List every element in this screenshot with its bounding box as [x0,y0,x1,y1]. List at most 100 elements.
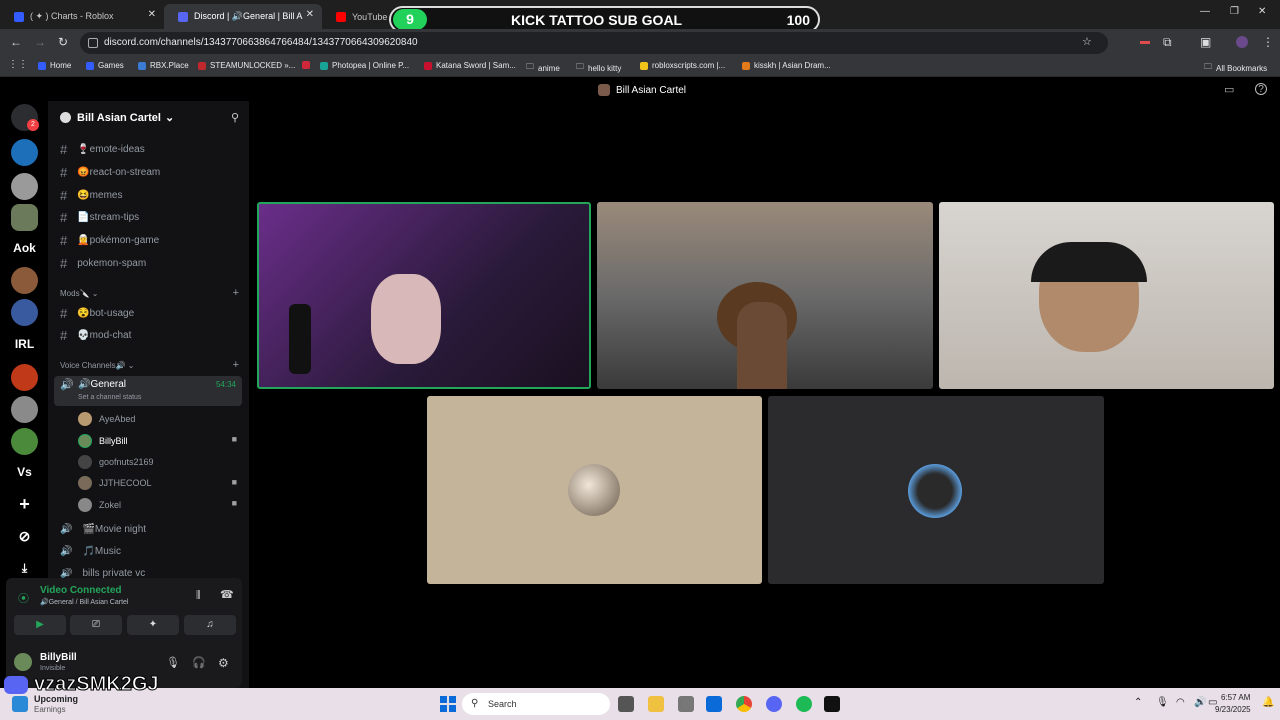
voice-member[interactable]: JJTHECOOL [78,476,152,490]
chevron-up-icon[interactable]: ⌃ [1134,697,1142,708]
server-icon-5[interactable] [11,267,38,294]
weather-widget-icon[interactable] [12,696,28,712]
add-server-icon[interactable]: + [11,491,38,518]
bookmark-katana[interactable]: Katana Sword | Sam... [424,61,516,70]
bookmark-home[interactable]: Home [38,61,71,70]
app-icon[interactable] [678,696,694,712]
add-channel-icon[interactable]: + [233,287,239,299]
server-icon-2[interactable] [11,173,38,200]
bookmark-folder-anime[interactable]: 🗀 anime [526,61,560,75]
menu-icon[interactable]: ⋮ [1262,35,1274,49]
minimize-icon[interactable]: — [1200,6,1210,17]
user-avatar[interactable] [14,653,32,671]
task-view-icon[interactable] [618,696,634,712]
close-icon[interactable]: ✕ [148,9,156,20]
voice-member[interactable]: Zokel [78,498,121,512]
chrome-icon[interactable] [736,696,752,712]
start-icon[interactable] [440,696,456,712]
taskbar-search[interactable]: ⚲ Search [462,693,610,715]
channel-mod-chat[interactable]: # 💀mod-chat [60,328,131,343]
tab-roblox[interactable]: ( ✦ ) Charts - Roblox ✕ [0,4,164,29]
profile-avatar[interactable] [1236,36,1248,48]
activity-button[interactable]: ✦ [127,615,179,635]
channel-stream-tips[interactable]: # 📄stream-tips [60,210,139,225]
voice-channel-general[interactable]: 🔊 🔊General 54:34 Set a channel status [54,376,242,406]
volume-icon[interactable]: 🔊 [1194,697,1206,708]
microphone-tray-icon[interactable]: 🎙 [1156,697,1169,708]
bookmark-photopea[interactable]: Photopea | Online P... [320,61,409,70]
store-icon[interactable] [706,696,722,712]
bookmark-steamunlocked[interactable]: STEAMUNLOCKED »... [198,61,295,70]
channel-bot-usage[interactable]: # 😵bot-usage [60,306,134,321]
maximize-icon[interactable]: ❐ [1230,6,1239,17]
voice-member[interactable]: AyeAbed [78,412,135,426]
bookmark-rbxplace[interactable]: RBX.Place [138,61,189,70]
soundboard-button[interactable]: ♫ [184,615,236,635]
bookmark-all[interactable]: 🗀 All Bookmarks [1204,61,1267,75]
server-icon-vs[interactable]: Vs [11,459,38,486]
server-icon-aok[interactable]: Aok [11,235,38,262]
clock-date[interactable]: 9/23/2025 [1215,705,1251,714]
bookmark-kisskh[interactable]: kisskh | Asian Dram... [742,61,831,70]
site-info-icon[interactable] [88,38,98,48]
disconnect-icon[interactable]: ☎ [220,588,234,601]
bookmark-robloxscripts[interactable]: robloxscripts.com |... [640,61,725,70]
channel-pokemon-game[interactable]: # 🧝pokémon-game [60,233,159,248]
apps-icon[interactable]: ⋮⋮ [8,59,28,70]
close-icon[interactable]: ✕ [306,9,314,20]
server-icon-8[interactable] [11,364,38,391]
discover-icon[interactable]: ⊘ [11,523,38,550]
add-channel-icon[interactable]: + [233,359,239,371]
settings-gear-icon[interactable]: ⚙ [218,656,229,670]
voice-member[interactable]: goofnuts2169 [78,455,154,469]
back-icon[interactable]: ← [10,35,22,49]
video-tile-billybill[interactable] [257,202,591,389]
tab-discord[interactable]: Discord | 🔊General | Bill A ✕ [164,4,322,29]
microphone-icon[interactable]: 🎙 [166,656,180,669]
channel-react-on-stream[interactable]: # 😡react-on-stream [60,165,160,180]
server-header[interactable]: Bill Asian Cartel ⌄ [60,111,174,124]
wifi-icon[interactable]: ◠ [1176,697,1185,708]
bookmark-star-icon[interactable]: ☆ [1082,35,1092,48]
forward-icon[interactable]: → [34,35,46,49]
sidepanel-icon[interactable]: ▣ [1200,35,1211,49]
file-explorer-icon[interactable] [648,696,664,712]
channel-pokemon-spam[interactable]: # pokemon-spam [60,256,146,271]
close-window-icon[interactable]: ✕ [1258,6,1266,17]
app-icon[interactable] [824,696,840,712]
bookmark-red[interactable] [302,61,314,69]
voice-channel-bills-private[interactable]: 🔊 bills private vc [60,568,145,578]
voice-channel-movie-night[interactable]: 🔊 🎬Movie night [60,524,146,535]
channel-emote-ideas[interactable]: # 🍷emote-ideas [60,142,145,157]
video-tile-jjthecool[interactable] [597,202,933,389]
channel-memes[interactable]: # 😆memes [60,188,122,203]
video-tile-zokel[interactable] [939,202,1274,389]
inbox-icon[interactable]: ▭ [1224,83,1234,96]
server-icon-6[interactable] [11,299,38,326]
category-mods[interactable]: Mods🔪 ⌄ [60,289,98,298]
headphones-icon[interactable]: 🎧 [192,656,206,669]
server-icon-bill[interactable] [11,204,38,231]
server-icon-10[interactable] [11,428,38,455]
camera-button[interactable]: ▶ [14,615,66,635]
voice-channel-music[interactable]: 🔊 🎵Music [60,546,121,557]
help-icon[interactable]: ? [1255,83,1267,95]
clock-time[interactable]: 6:57 AM [1221,693,1250,702]
extension-icon[interactable] [1140,41,1150,44]
voice-member[interactable]: BillyBill [78,434,128,448]
signal-icon[interactable]: ⦿ [18,590,29,606]
category-voice[interactable]: Voice Channels🔊 ⌄ [60,361,135,370]
url-field[interactable]: discord.com/channels/1343770663864766484… [80,32,1108,54]
add-member-icon[interactable]: ⚲ [231,111,239,124]
screenshare-button[interactable]: ⎚ [70,615,122,635]
channel-status-hint[interactable]: Set a channel status [78,394,141,401]
server-icon-irl[interactable]: IRL [11,331,38,358]
discord-icon[interactable] [766,696,782,712]
spotify-icon[interactable] [796,696,812,712]
video-tile-goofnuts[interactable] [768,396,1104,584]
extensions-icon[interactable]: ⧉ [1163,35,1172,50]
bookmark-games[interactable]: Games [86,61,124,70]
notification-bell-icon[interactable]: 🔔 [1262,697,1274,708]
video-tile-ayeabed[interactable] [427,396,762,584]
noise-suppression-icon[interactable]: ⫼ [196,590,201,601]
